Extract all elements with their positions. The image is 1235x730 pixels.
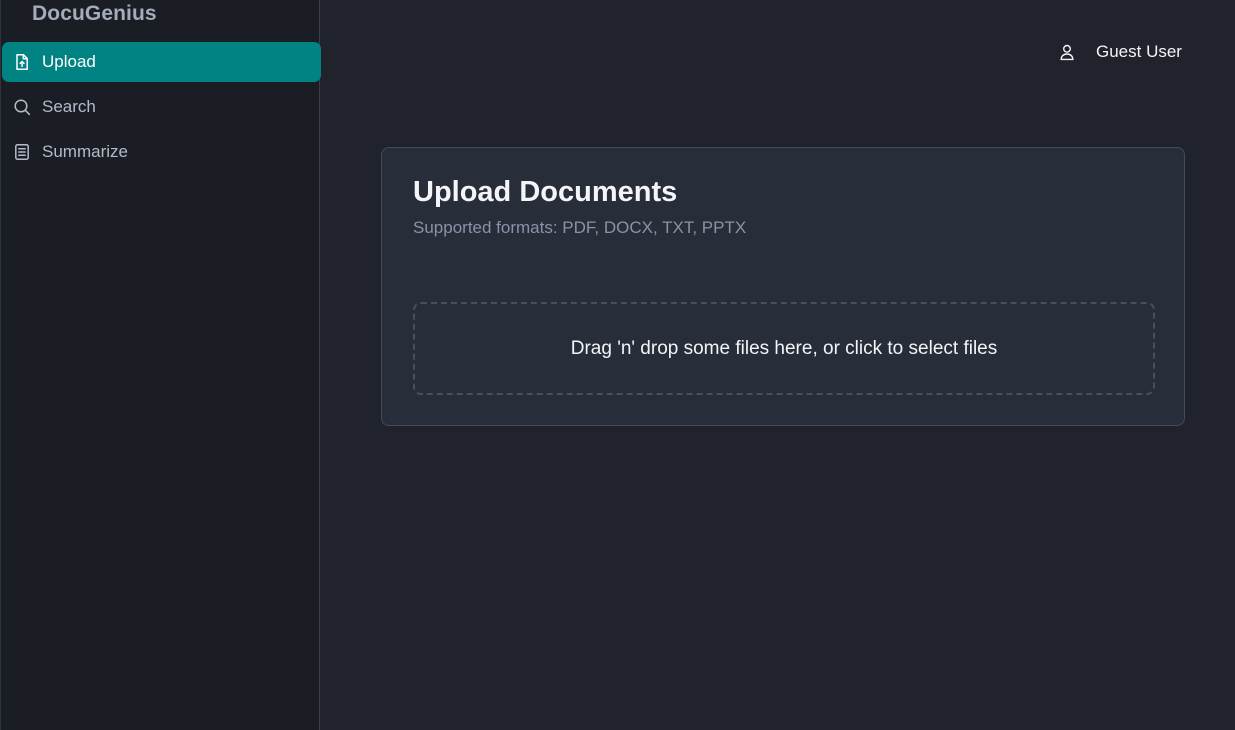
user-menu[interactable]: Guest User — [1058, 41, 1182, 63]
sidebar-item-label: Summarize — [42, 142, 128, 161]
sidebar-item-label: Search — [42, 97, 96, 116]
file-dropzone[interactable]: Drag 'n' drop some files here, or click … — [413, 302, 1155, 395]
sidebar-item-label: Upload — [42, 52, 96, 71]
dropzone-instructions: Drag 'n' drop some files here, or click … — [570, 337, 998, 359]
document-text-icon — [13, 143, 31, 161]
sidebar: DocuGenius Upload Search Summarize — [0, 0, 321, 730]
page-title: Upload Documents — [413, 176, 678, 208]
search-icon — [13, 98, 31, 116]
supported-formats-text: Supported formats: PDF, DOCX, TXT, PPTX — [413, 218, 747, 237]
app-brand: DocuGenius — [32, 2, 157, 25]
sidebar-item-summarize[interactable]: Summarize — [2, 132, 321, 172]
user-icon — [1058, 43, 1076, 61]
sidebar-item-upload[interactable]: Upload — [2, 42, 321, 82]
app-root: DocuGenius Upload Search Summarize Guest… — [0, 0, 1235, 730]
file-upload-icon — [13, 53, 31, 71]
user-name: Guest User — [1096, 42, 1182, 61]
sidebar-item-search[interactable]: Search — [2, 87, 321, 127]
upload-card: Upload Documents Supported formats: PDF,… — [381, 147, 1185, 426]
